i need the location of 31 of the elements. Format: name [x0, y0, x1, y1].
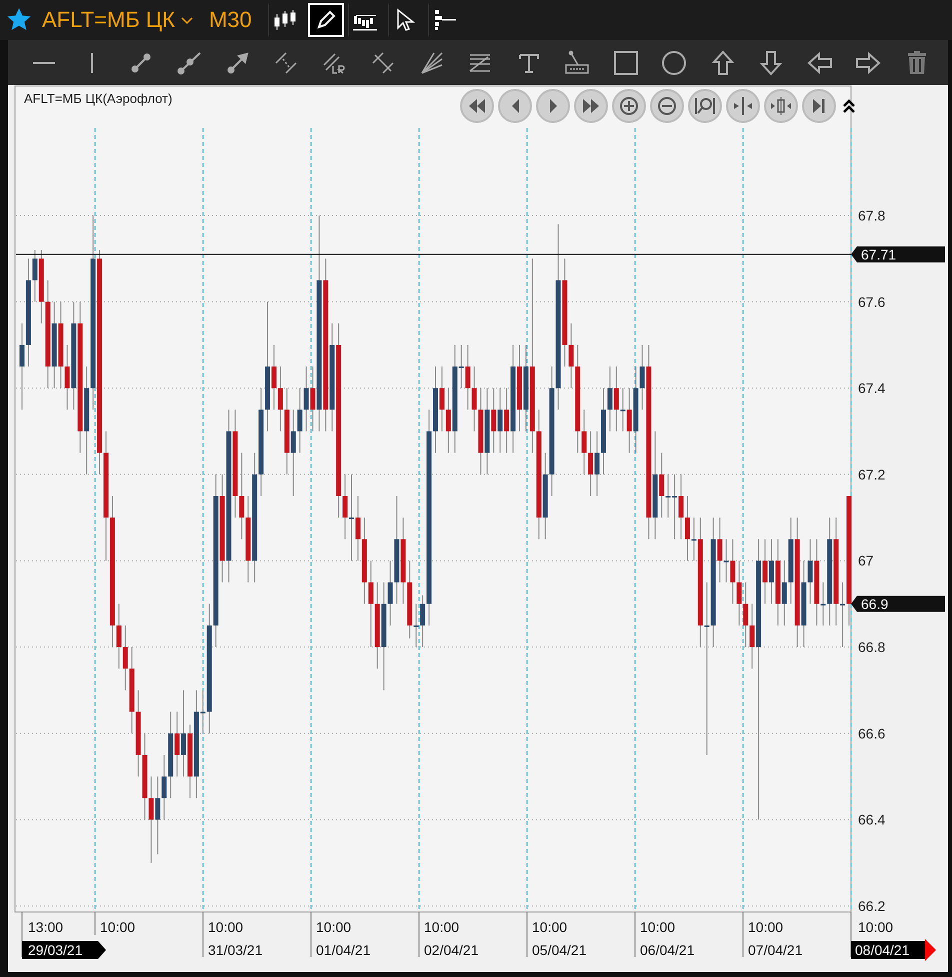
date-flag: 29/03/21 — [22, 941, 106, 959]
time-axis-label: 10:00 — [100, 919, 136, 935]
date-flag: 08/04/21 — [851, 941, 925, 959]
time-axis-label: 10:00 — [208, 919, 244, 935]
price-axis-label: 67.6 — [858, 294, 886, 310]
timeframe-label[interactable]: M30 — [208, 7, 252, 33]
time-axis-label: 10:00 — [858, 919, 894, 935]
time-axis-label: 10:00 — [316, 919, 352, 935]
price-axis-label: 67.2 — [858, 466, 886, 482]
time-axis-label: 10:00 — [748, 919, 784, 935]
price-axis-label: 66.8 — [858, 639, 886, 656]
symbol-title[interactable]: AFLT=МБ ЦК — [42, 7, 175, 33]
date-label: 06/04/21 — [640, 942, 694, 958]
price-axis-label: 66.4 — [858, 812, 886, 828]
price-axis-label: 67.8 — [858, 207, 886, 224]
time-axis-label: 10:00 — [532, 919, 568, 935]
price-tag-label: 66.9 — [861, 596, 888, 612]
price-axis-label: 67 — [858, 552, 874, 569]
time-axis-label: 13:00 — [28, 919, 64, 935]
date-label: 07/04/21 — [748, 942, 802, 958]
date-label: 02/04/21 — [424, 942, 478, 958]
price-tag-label: 67.71 — [861, 246, 896, 262]
time-axis-label: 10:00 — [640, 919, 676, 935]
price-axis-label: 67.4 — [858, 380, 886, 396]
chart-title: AFLT=МБ ЦК(Аэрофлот) — [24, 91, 172, 106]
date-label: 05/04/21 — [532, 942, 586, 958]
price-axis-label: 66.6 — [858, 725, 886, 742]
price-axis-label: 66.2 — [858, 898, 886, 914]
date-label: 01/04/21 — [316, 942, 370, 958]
time-axis-label: 10:00 — [424, 919, 460, 935]
date-label: 31/03/21 — [208, 942, 262, 958]
